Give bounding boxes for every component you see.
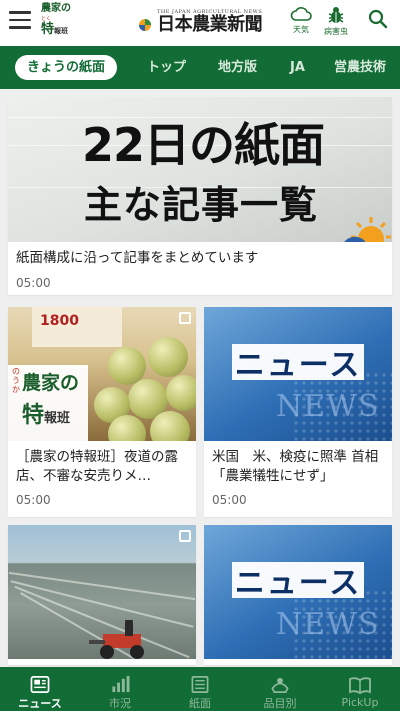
tab-regional[interactable]: 地方版 <box>218 55 257 80</box>
weather-button[interactable]: 天気 <box>290 6 312 35</box>
search-button[interactable] <box>368 9 388 29</box>
tokuho-logo-line2: とく <box>41 16 51 22</box>
nav-produce-label: 品目別 <box>263 697 297 710</box>
cloud-icon <box>290 7 312 21</box>
nav-news-label: ニュース <box>18 697 62 710</box>
nav-pickup[interactable]: PickUp <box>320 667 400 711</box>
article-card-news-2[interactable]: ニュース NEWS <box>204 525 392 665</box>
bookmark-icon[interactable] <box>179 530 191 542</box>
hero-image-line2: 主な記事一覧 <box>84 183 319 227</box>
produce-icon <box>271 677 289 693</box>
tokuho-logo-line1: 農家の <box>41 3 71 14</box>
bug-icon <box>328 7 344 23</box>
search-icon <box>368 9 388 29</box>
tractor-image <box>89 620 144 659</box>
news-thumbnail: ニュース NEWS <box>204 525 392 659</box>
app-root: 農家の とく 特報班 THE JAPAN AGRICULTURAL NEWS 日… <box>0 0 400 711</box>
article-time: 05:00 <box>16 493 51 507</box>
nav-paper[interactable]: 紙面 <box>160 667 240 711</box>
bar-chart-icon <box>112 675 130 693</box>
hero-image: 22日の紙面 主な記事一覧 <box>8 97 392 242</box>
tokuho-badge-small: 報班 <box>44 411 71 426</box>
weather-label: 天気 <box>293 25 309 34</box>
nav-produce[interactable]: 品目別 <box>240 667 320 711</box>
brand-logo[interactable]: THE JAPAN AGRICULTURAL NEWS 日本農業新聞 <box>135 5 263 35</box>
bottom-navigation: ニュース 市況 紙面 品目別 PickUp <box>0 667 400 711</box>
tab-farming-tech[interactable]: 営農技術 <box>334 55 386 80</box>
tab-ja[interactable]: JA <box>290 55 305 80</box>
article-card-us-rice[interactable]: ニュース NEWS 米国 米、検疫に照準 首相「農業犠牲にせず」 05:00 <box>204 307 392 517</box>
top-header: 農家の とく 特報班 THE JAPAN AGRICULTURAL NEWS 日… <box>0 0 400 46</box>
hero-title: 紙面構成に沿って記事をまとめています <box>16 250 259 266</box>
menu-icon[interactable] <box>9 11 31 29</box>
nav-news[interactable]: ニュース <box>0 667 80 711</box>
article-title: ［農家の特報班］夜道の露店、不審な安売りメ… <box>16 449 178 484</box>
nav-pickup-label: PickUp <box>341 696 379 709</box>
news-thumb-watermark: NEWS <box>276 607 380 642</box>
nav-market[interactable]: 市況 <box>80 667 160 711</box>
pest-button[interactable]: 病害虫 <box>324 6 348 37</box>
tokuho-logo-small: 報班 <box>54 27 69 35</box>
article-time: 05:00 <box>212 493 247 507</box>
tokuho-logo[interactable]: 農家の とく 特報班 <box>41 3 75 39</box>
tokuho-badge-line1: 農家の <box>22 372 80 394</box>
tokuho-badge: のうか 農家の 特報班 <box>8 365 88 441</box>
tab-today-paper[interactable]: きょうの紙面 <box>15 55 118 80</box>
newspaper-icon <box>30 676 50 693</box>
category-tabs: きょうの紙面 トップ 地方版 JA 営農技術 <box>0 46 400 89</box>
market-thumbnail: 1800 のうか 農家の 特報班 <box>8 307 196 441</box>
article-card-tokuho[interactable]: 1800 のうか 農家の 特報班 ［農家の特報班］夜道の露店、不審な安売りメ… … <box>8 307 196 517</box>
news-thumb-label: ニュース <box>232 562 364 601</box>
hero-time: 05:00 <box>16 276 51 290</box>
news-thumb-watermark: NEWS <box>276 389 380 424</box>
brand-sun-icon <box>139 19 151 31</box>
nav-paper-label: 紙面 <box>189 697 211 710</box>
hero-article-card[interactable]: 22日の紙面 主な記事一覧 紙面構成に沿って記事をまとめています 05:00 <box>8 97 392 295</box>
field-thumbnail <box>8 525 196 659</box>
paper-icon <box>191 676 209 693</box>
tokuho-badge-char: 特 <box>22 403 45 428</box>
tokuho-badge-ruby: のうか <box>12 367 20 394</box>
tokuho-badge-line2: 特報班 <box>22 397 70 429</box>
news-thumb-label: ニュース <box>232 344 364 383</box>
article-card-field[interactable] <box>8 525 196 665</box>
hero-image-line1: 22日の紙面 <box>82 118 325 172</box>
article-title: 米国 米、検疫に照準 首相「農業犠牲にせず」 <box>212 449 379 484</box>
book-icon <box>349 677 371 695</box>
nav-market-label: 市況 <box>109 697 131 710</box>
tokuho-logo-char: 特 <box>41 22 55 37</box>
tab-top[interactable]: トップ <box>147 55 186 80</box>
news-thumbnail: ニュース NEWS <box>204 307 392 441</box>
bookmark-icon[interactable] <box>179 312 191 324</box>
sun-emblem-icon <box>344 217 391 242</box>
tokuho-logo-line3: 特報班 <box>41 22 68 39</box>
brand-name: 日本農業新聞 <box>157 14 263 35</box>
market-price-sign: 1800 <box>32 307 122 347</box>
pest-label: 病害虫 <box>324 27 348 36</box>
